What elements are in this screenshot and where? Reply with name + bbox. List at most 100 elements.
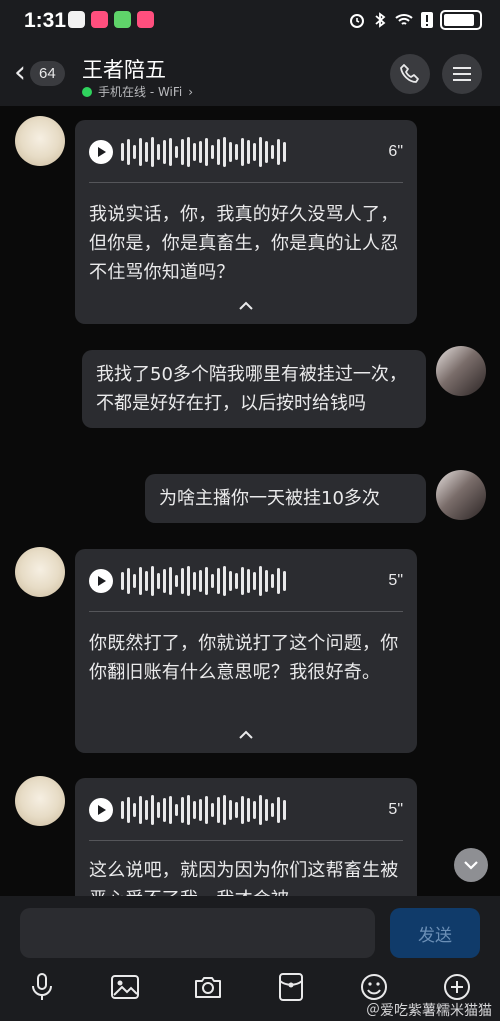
chevron-left-icon: ‹ (14, 55, 26, 90)
outgoing-message[interactable]: 为啥主播你一天被挂10多次 (145, 474, 426, 523)
waveform-bar (127, 139, 130, 165)
waveform-bar (265, 799, 268, 821)
waveform-bar (235, 802, 238, 818)
waveform-bar (265, 570, 268, 592)
waveform-bar (157, 144, 160, 160)
waveform (121, 565, 380, 597)
contact-status-text: 手机在线 - WiFi (98, 85, 183, 99)
alarm-icon (350, 14, 364, 28)
waveform-bar (259, 795, 262, 825)
emoji-button[interactable] (359, 972, 389, 1002)
waveform-bar (133, 803, 136, 817)
divider (89, 182, 403, 183)
pink-app-icon (91, 11, 108, 28)
waveform-bar (205, 138, 208, 166)
play-button[interactable] (89, 140, 113, 164)
waveform-bar (223, 795, 226, 825)
waveform-bar (271, 574, 274, 588)
waveform-bar (271, 145, 274, 159)
waveform-bar (121, 572, 124, 590)
voice-message-card[interactable]: 6" 我说实话，你，我真的好久没骂人了，但你是，你是真畜生，你是真的让人忍不住骂… (75, 120, 417, 324)
waveform-bar (253, 572, 256, 590)
waveform-bar (241, 138, 244, 166)
waveform-bar (247, 569, 250, 593)
voice-duration: 5" (388, 801, 403, 818)
watermark: ＠爱吃紫薯糯米猫猫 (366, 1003, 492, 1019)
emoji-icon (361, 974, 387, 1000)
chat-header: ‹ 64 王者陪五 手机在线 - WiFi › (0, 42, 500, 106)
voice-message-card[interactable]: 5" 你既然打了，你就说打了这个问题，你你翻旧账有什么意思呢？我很好奇。 (75, 549, 417, 753)
waveform-bar (151, 137, 154, 167)
waveform-bar (259, 137, 262, 167)
voice-duration: 6" (388, 143, 403, 160)
collapse-button[interactable] (75, 725, 417, 744)
waveform-bar (199, 141, 202, 163)
divider (89, 611, 403, 612)
voice-transcript: 我说实话，你，我真的好久没骂人了，但你是，你是真畜生，你是真的让人忍不住骂你知道… (89, 204, 399, 283)
waveform-bar (187, 566, 190, 596)
waveform-bar (175, 575, 178, 587)
waveform-bar (283, 800, 286, 820)
waveform-bar (193, 143, 196, 161)
waveform-bar (259, 566, 262, 596)
chat-message-list[interactable]: 6" 我说实话，你，我真的好久没骂人了，但你是，你是真畜生，你是真的让人忍不住骂… (0, 106, 500, 896)
waveform-bar (217, 568, 220, 594)
status-app-icons (68, 11, 154, 28)
contact-avatar[interactable] (15, 547, 65, 597)
image-button[interactable] (110, 972, 140, 1002)
bluetooth-icon (375, 12, 386, 28)
waveform-bar (121, 801, 124, 819)
scroll-to-bottom-button[interactable] (454, 848, 488, 882)
waveform-bar (175, 146, 178, 158)
chevron-right-icon: › (188, 84, 194, 99)
waveform-bar (241, 567, 244, 595)
input-bar: 发送 ＠爱吃紫薯糯米猫猫 (0, 896, 500, 1021)
waveform-bar (157, 573, 160, 589)
voice-input-button[interactable] (27, 972, 57, 1002)
chevron-up-icon (239, 301, 253, 310)
menu-button[interactable] (442, 54, 482, 94)
collapse-button[interactable] (75, 296, 417, 315)
waveform-bar (145, 571, 148, 591)
waveform-bar (271, 803, 274, 817)
status-indicators (348, 10, 482, 30)
more-button[interactable] (442, 972, 472, 1002)
camera-button[interactable] (193, 972, 223, 1002)
waveform-bar (169, 138, 172, 166)
waveform-bar (283, 571, 286, 591)
waveform-bar (247, 798, 250, 822)
waveform-bar (193, 572, 196, 590)
waveform-bar (157, 802, 160, 818)
divider (89, 840, 403, 841)
hamburger-icon (453, 67, 471, 81)
phone-icon (400, 64, 419, 83)
contact-avatar[interactable] (15, 776, 65, 826)
my-avatar[interactable] (436, 470, 486, 520)
waveform-bar (283, 142, 286, 162)
voice-duration: 5" (388, 572, 403, 589)
image-icon (111, 975, 139, 999)
red-packet-button[interactable] (276, 972, 306, 1002)
status-time: 1:31 (24, 9, 67, 32)
waveform-bar (235, 573, 238, 589)
waveform (121, 794, 380, 826)
outgoing-message[interactable]: 我找了50多个陪我哪里有被挂过一次，不都是好好在打，以后按时给钱吗 (82, 350, 426, 428)
waveform-bar (277, 797, 280, 823)
waveform-bar (211, 145, 214, 159)
waveform-bar (151, 795, 154, 825)
contact-name[interactable]: 王者陪五 (82, 54, 166, 84)
voice-message-card[interactable]: 5" 这么说吧，就因为因为你们这帮畜生被恶心受不了我，我才会被 (75, 778, 417, 896)
message-input[interactable] (20, 908, 375, 958)
status-bar: 1:31 (0, 0, 500, 42)
send-button[interactable]: 发送 (390, 908, 480, 958)
play-button[interactable] (89, 569, 113, 593)
call-button[interactable] (390, 54, 430, 94)
waveform-bar (199, 570, 202, 592)
my-avatar[interactable] (436, 346, 486, 396)
contact-avatar[interactable] (15, 116, 65, 166)
waveform-bar (133, 574, 136, 588)
back-button[interactable]: ‹ 64 (14, 56, 74, 90)
contact-status[interactable]: 手机在线 - WiFi › (82, 83, 193, 100)
play-button[interactable] (89, 798, 113, 822)
waveform-bar (205, 567, 208, 595)
